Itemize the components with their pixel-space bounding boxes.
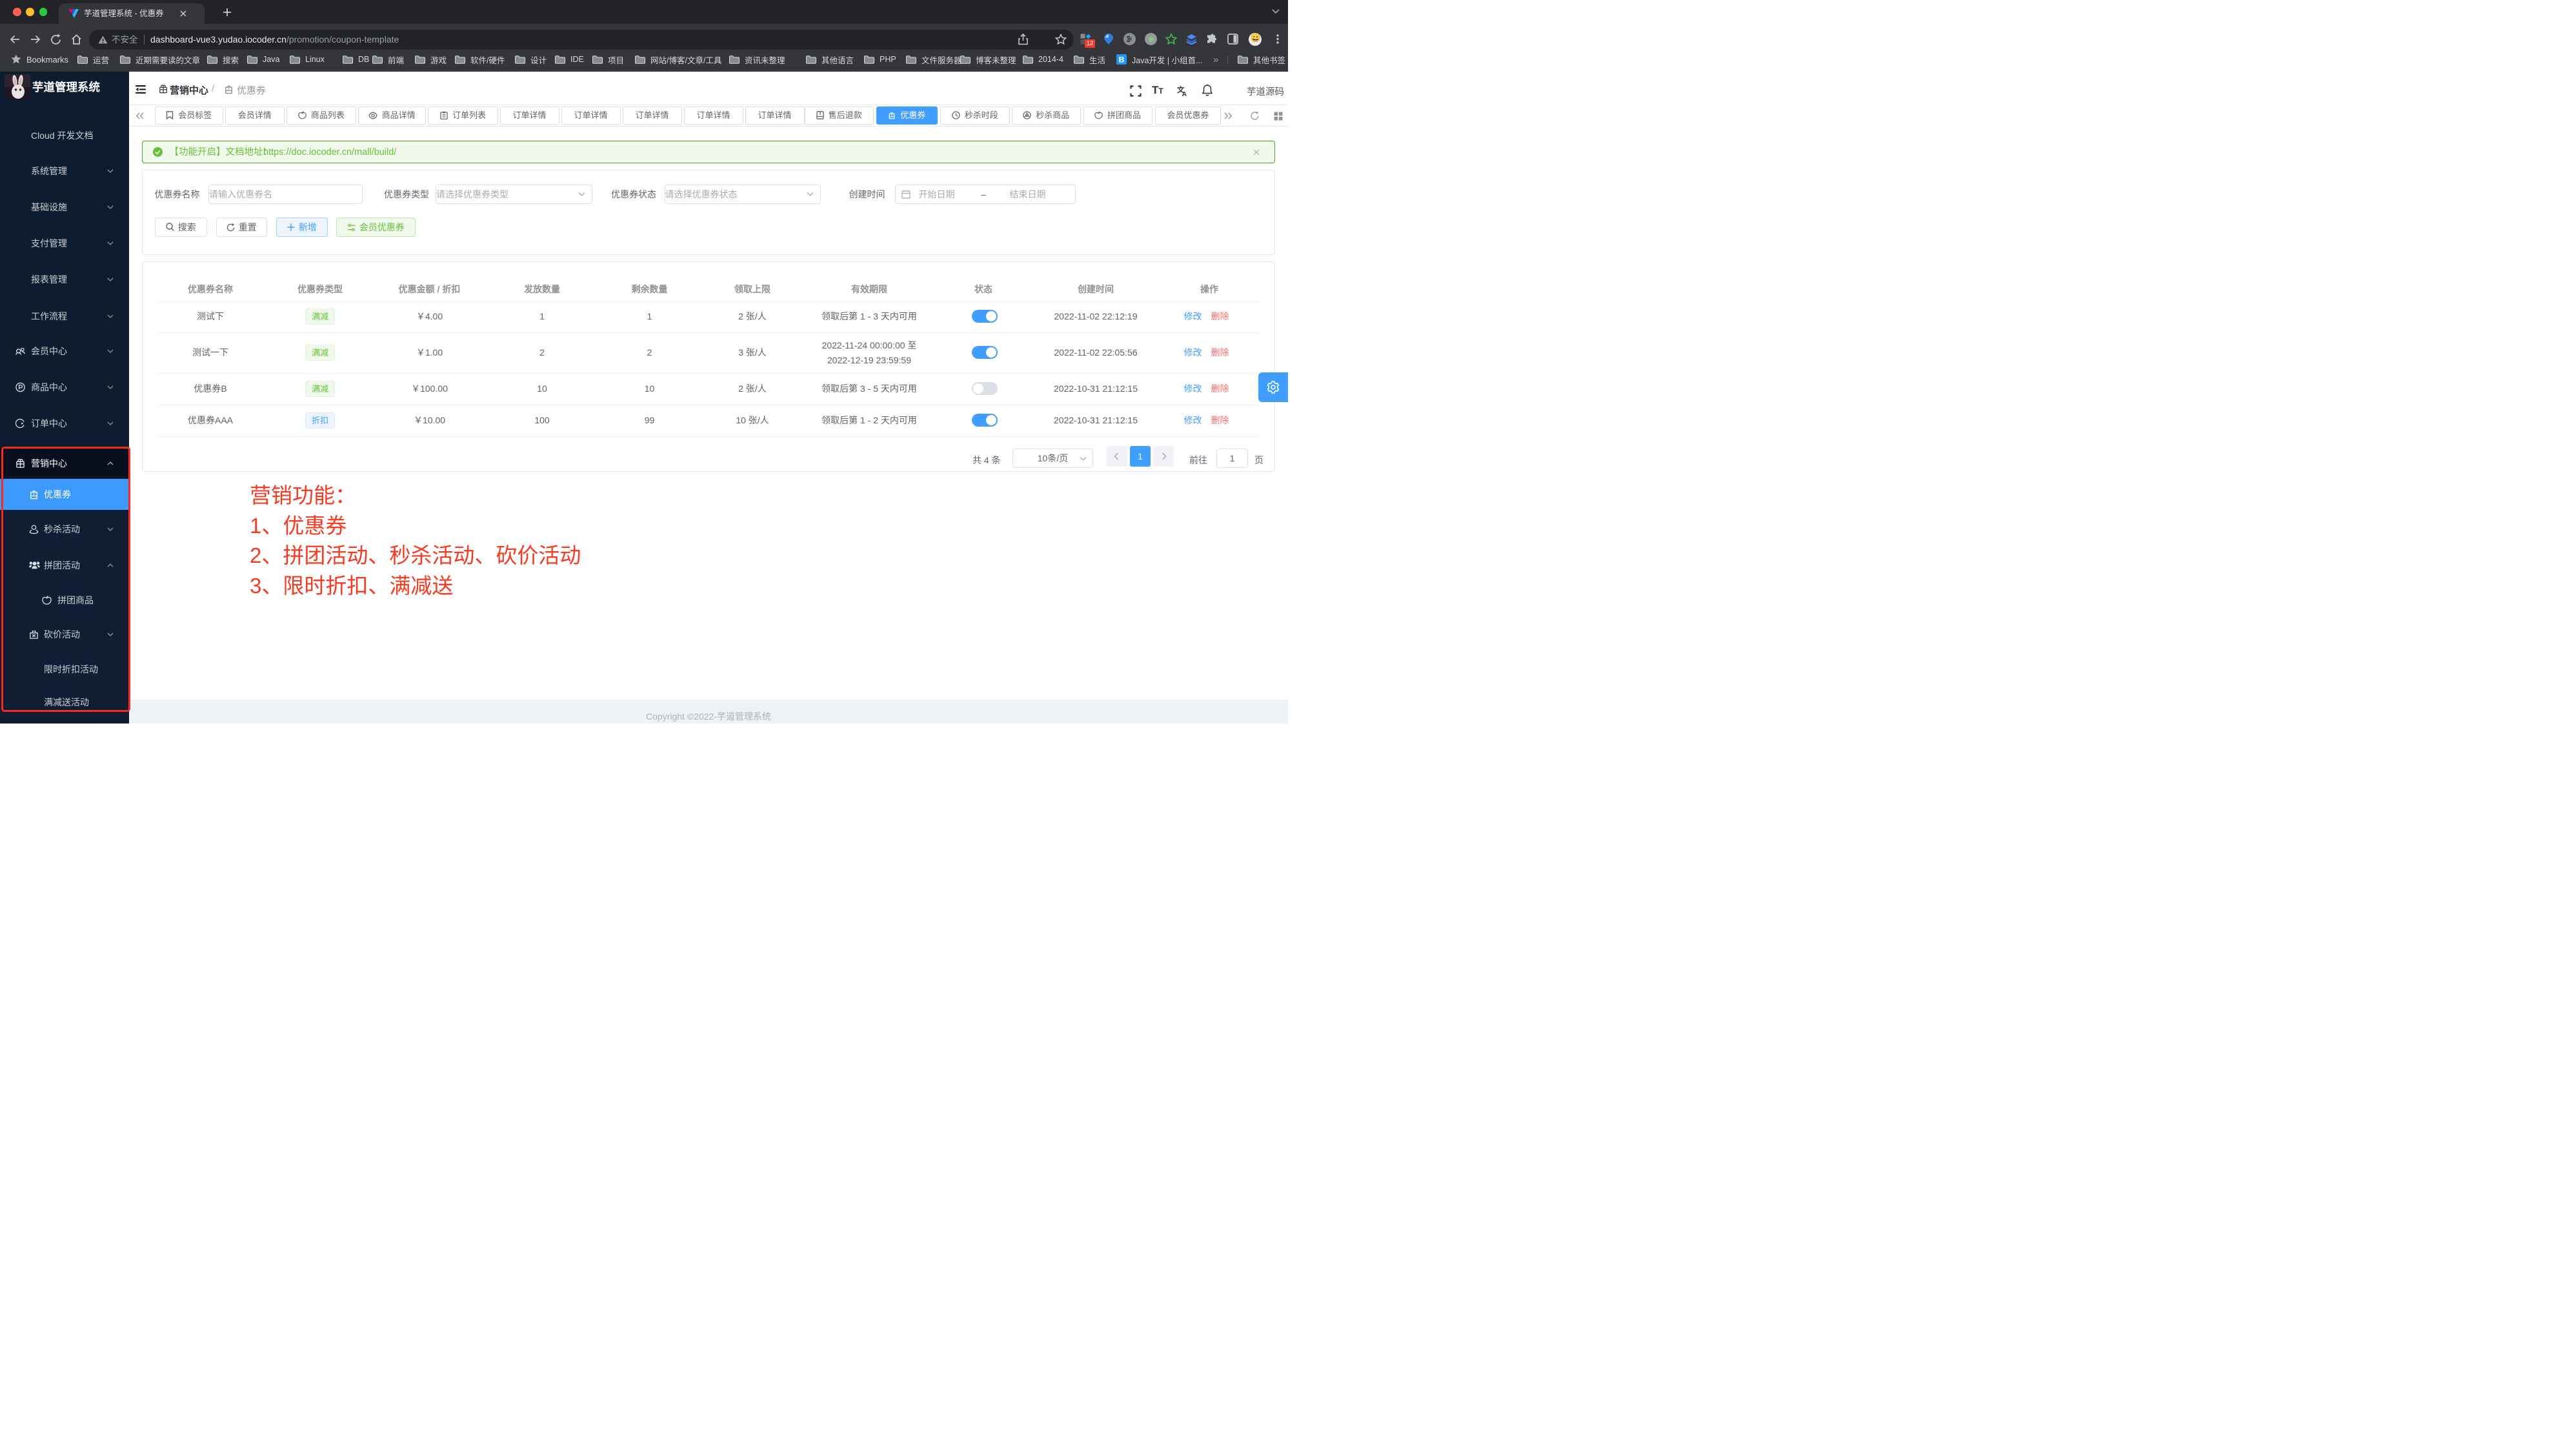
svg-text:B: B [1119,56,1125,65]
svg-text:A: A [1182,90,1187,97]
